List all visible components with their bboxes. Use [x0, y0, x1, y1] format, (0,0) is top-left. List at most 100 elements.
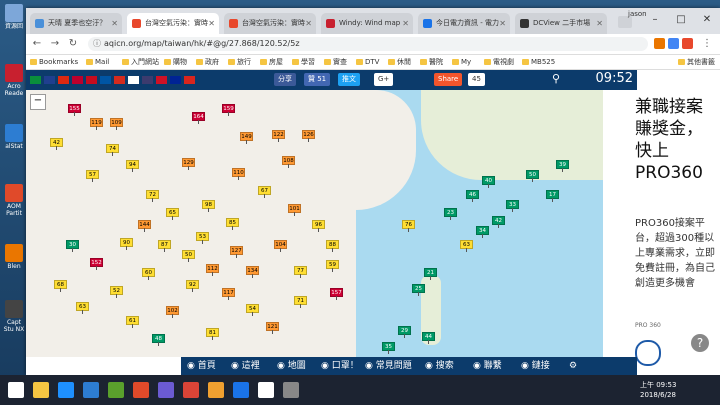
aqi-station-marker[interactable]: 65 [166, 208, 179, 220]
tab-close-icon[interactable]: ✕ [111, 13, 118, 34]
footer-nav-item[interactable]: ◉ 地圖 [277, 357, 306, 375]
language-flag-icon[interactable] [114, 76, 125, 84]
address-bar[interactable]: ⓘ aqicn.org/map/taiwan/hk/#@g/27.868/120… [88, 37, 648, 51]
reload-icon[interactable]: ↻ [66, 37, 80, 51]
aqi-station-marker[interactable]: 90 [120, 238, 133, 250]
aqi-map[interactable]: − 155 119 109 42 164 159 122 149 126 74 94 57 129 110… [26, 90, 603, 357]
aqi-station-marker[interactable]: 117 [222, 288, 235, 300]
language-flag-icon[interactable] [44, 76, 55, 84]
bookmark-item[interactable]: Bookmarks [30, 55, 78, 69]
aqi-station-marker[interactable]: 67 [258, 186, 271, 198]
aqi-station-marker[interactable]: 144 [138, 220, 151, 232]
browser-tab[interactable]: DCView 二手市場 ✕ [515, 13, 607, 34]
browser-tab[interactable]: 天晴 夏季也空汙？ ✕ [30, 13, 122, 34]
aqi-station-marker[interactable]: 164 [192, 112, 205, 124]
desktop-icon[interactable]: Blen [2, 244, 26, 270]
bookmark-item[interactable]: 電視劇 [484, 55, 514, 69]
aqi-station-marker[interactable]: 121 [266, 322, 279, 334]
bookmark-item[interactable]: 旅行 [228, 55, 251, 69]
aqi-station-marker[interactable]: 129 [182, 158, 195, 170]
aqi-station-marker[interactable]: 21 [424, 268, 437, 280]
aqi-station-marker[interactable]: 35 [382, 342, 395, 354]
maximize-icon[interactable]: □ [668, 8, 694, 34]
tray-date[interactable]: 2018/6/28 [640, 391, 676, 399]
browser-tab[interactable]: 台灣空氣污染：實時 ✕ [224, 13, 316, 34]
aqi-station-marker[interactable]: 33 [506, 200, 519, 212]
tab-close-icon[interactable]: ✕ [499, 13, 506, 34]
aqi-station-marker[interactable]: 109 [110, 118, 123, 130]
extension-icon[interactable] [682, 38, 693, 49]
desktop-icon[interactable]: Capt Stu NX [2, 300, 26, 333]
taskbar-app-icon[interactable] [33, 382, 49, 398]
taskbar-app-icon[interactable] [283, 382, 299, 398]
language-flag-icon[interactable] [170, 76, 181, 84]
aqi-station-marker[interactable]: 101 [288, 204, 301, 216]
aqi-station-marker[interactable]: 57 [86, 170, 99, 182]
aqi-station-marker[interactable]: 53 [196, 232, 209, 244]
taskbar-app-icon[interactable] [58, 382, 74, 398]
aqi-station-marker[interactable]: 44 [422, 332, 435, 344]
language-flag-icon[interactable] [156, 76, 167, 84]
bookmark-item[interactable]: 學習 [292, 55, 315, 69]
language-flag-icon[interactable] [142, 76, 153, 84]
bookmark-item[interactable]: MB525 [522, 55, 555, 69]
aqi-station-marker[interactable]: 54 [246, 304, 259, 316]
search-icon[interactable]: ⚲ [552, 72, 560, 85]
aqi-station-marker[interactable]: 30 [66, 240, 79, 252]
aqi-station-marker[interactable]: 92 [186, 280, 199, 292]
tab-close-icon[interactable]: ✕ [305, 13, 312, 34]
desktop-icon[interactable]: 資源回 [2, 4, 26, 30]
close-icon[interactable]: ✕ [694, 8, 720, 34]
tray-time[interactable]: 上午 09:53 [640, 380, 676, 390]
language-flag-icon[interactable] [72, 76, 83, 84]
menu-icon[interactable]: ⋮ [700, 37, 714, 51]
aqi-station-marker[interactable]: 42 [492, 216, 505, 228]
aqi-station-marker[interactable]: 98 [202, 200, 215, 212]
bookmark-item[interactable]: 醫院 [420, 55, 443, 69]
aqi-station-marker[interactable]: 34 [476, 226, 489, 238]
taskbar-app-icon[interactable] [8, 382, 24, 398]
aqi-station-marker[interactable]: 108 [282, 156, 295, 168]
footer-nav-item[interactable]: ◉ 常見問題 [365, 357, 412, 375]
aqi-station-marker[interactable]: 50 [182, 250, 195, 262]
aqi-station-marker[interactable]: 88 [326, 240, 339, 252]
taskbar-app-icon[interactable] [133, 382, 149, 398]
bookmark-item[interactable]: My [452, 55, 471, 69]
facebook-like-button[interactable]: 贊 51 [304, 73, 331, 86]
minimize-icon[interactable]: – [642, 8, 668, 34]
aqi-station-marker[interactable]: 81 [206, 328, 219, 340]
back-icon[interactable]: ← [30, 37, 44, 51]
tweet-button[interactable]: 推文 [338, 73, 360, 86]
aqi-station-marker[interactable]: 72 [146, 190, 159, 202]
aqi-station-marker[interactable]: 102 [166, 306, 179, 318]
aqi-station-marker[interactable]: 152 [90, 258, 103, 270]
bookmark-item[interactable]: Mail [86, 55, 109, 69]
aqi-station-marker[interactable]: 149 [240, 132, 253, 144]
footer-nav-item[interactable]: ◉ 鏈接 [521, 357, 550, 375]
aqi-station-marker[interactable]: 87 [158, 240, 171, 252]
aqi-station-marker[interactable]: 46 [466, 190, 479, 202]
aqi-station-marker[interactable]: 110 [232, 168, 245, 180]
extension-icon[interactable] [654, 38, 665, 49]
footer-nav-item[interactable]: ◉ 聯繫 [473, 357, 502, 375]
aqi-station-marker[interactable]: 60 [142, 268, 155, 280]
bookmark-item[interactable]: DTV [356, 55, 379, 69]
aqi-station-marker[interactable]: 85 [226, 218, 239, 230]
language-flag-icon[interactable] [30, 76, 41, 84]
aqi-station-marker[interactable]: 71 [294, 296, 307, 308]
aqi-station-marker[interactable]: 157 [330, 288, 343, 300]
tab-close-icon[interactable]: ✕ [208, 13, 215, 34]
taskbar-app-icon[interactable] [83, 382, 99, 398]
aqi-station-marker[interactable]: 122 [272, 130, 285, 142]
aqi-station-marker[interactable]: 94 [126, 160, 139, 172]
aqi-station-marker[interactable]: 159 [222, 104, 235, 116]
aqi-station-marker[interactable]: 40 [482, 176, 495, 188]
extension-icon[interactable] [668, 38, 679, 49]
bookmark-item[interactable]: 休閒 [388, 55, 411, 69]
help-icon[interactable]: ? [691, 334, 709, 352]
aqi-station-marker[interactable]: 104 [274, 240, 287, 252]
bookmark-item[interactable]: 實查 [324, 55, 347, 69]
aqi-station-marker[interactable]: 127 [230, 246, 243, 258]
aqi-station-marker[interactable]: 126 [302, 130, 315, 142]
language-flag-icon[interactable] [128, 76, 139, 84]
